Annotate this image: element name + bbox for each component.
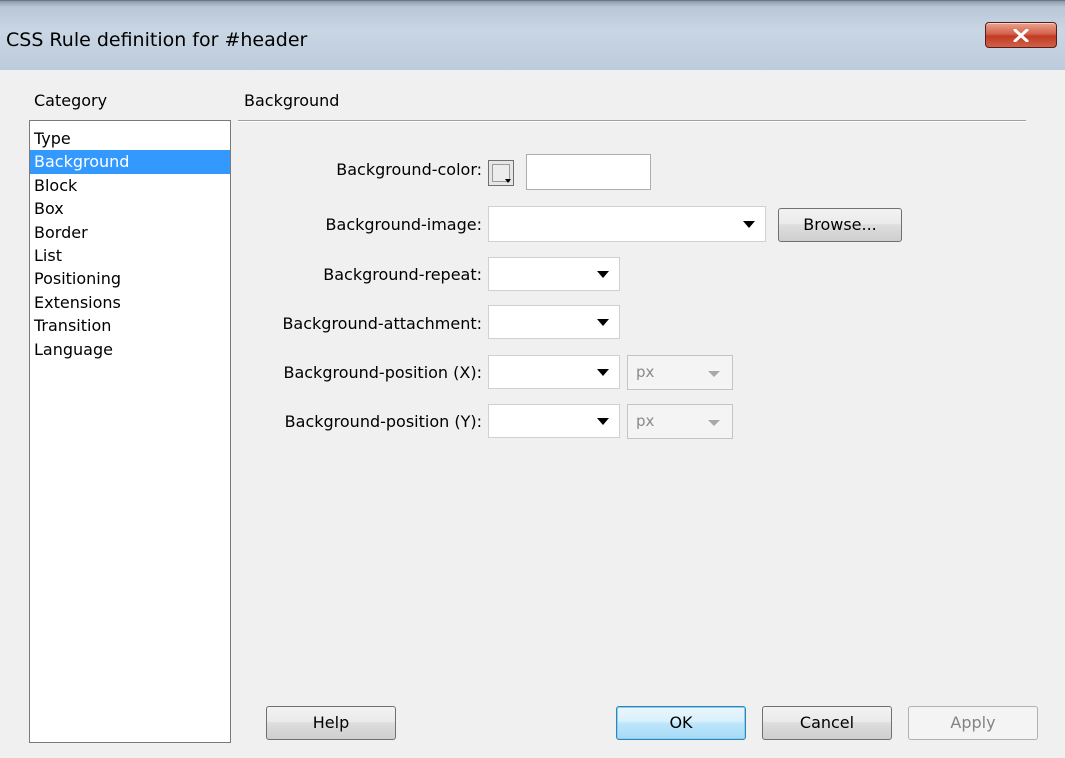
bg-image-label: Background-image: (325, 215, 482, 234)
category-label: Category (34, 91, 108, 110)
bg-image-combo[interactable] (488, 206, 766, 242)
bg-repeat-select[interactable] (488, 257, 620, 291)
window-title: CSS Rule definition for #header (6, 29, 308, 51)
bg-attachment-select[interactable] (488, 305, 620, 339)
bg-color-label: Background-color: (336, 160, 482, 179)
close-button[interactable] (985, 22, 1057, 48)
section-divider (238, 120, 1026, 122)
cancel-button[interactable]: Cancel (762, 706, 892, 740)
title-bar[interactable]: CSS Rule definition for #header (0, 0, 1065, 70)
bg-position-x-label: Background-position (X): (283, 363, 482, 382)
category-item-block[interactable]: Block (30, 174, 230, 197)
category-item-border[interactable]: Border (30, 221, 230, 244)
apply-button[interactable]: Apply (908, 706, 1038, 740)
chevron-down-icon (597, 271, 609, 278)
bg-repeat-label: Background-repeat: (323, 265, 482, 284)
swatch-dropdown-icon (505, 179, 511, 183)
bg-position-x-select[interactable] (488, 355, 620, 389)
chevron-down-icon (708, 419, 720, 426)
category-list[interactable]: Type Background Block Box Border List Po… (29, 120, 231, 743)
category-item-type[interactable]: Type (30, 127, 230, 150)
chevron-down-icon (743, 221, 755, 228)
category-item-positioning[interactable]: Positioning (30, 267, 230, 290)
category-item-box[interactable]: Box (30, 197, 230, 220)
bg-attachment-label: Background-attachment: (282, 314, 482, 333)
category-item-language[interactable]: Language (30, 338, 230, 361)
color-picker-button[interactable] (488, 160, 514, 186)
bg-position-y-unit: px (636, 412, 655, 430)
bg-position-y-select[interactable] (488, 404, 620, 438)
category-item-extensions[interactable]: Extensions (30, 291, 230, 314)
chevron-down-icon (597, 418, 609, 425)
category-item-transition[interactable]: Transition (30, 314, 230, 337)
bg-position-x-unit: px (636, 363, 655, 381)
category-item-background[interactable]: Background (30, 150, 230, 174)
chevron-down-icon (708, 370, 720, 377)
browse-button[interactable]: Browse... (778, 208, 902, 242)
category-item-list[interactable]: List (30, 244, 230, 267)
section-title: Background (244, 91, 340, 110)
css-rule-dialog: CSS Rule definition for #header Category… (0, 0, 1065, 758)
ok-button[interactable]: OK (616, 706, 746, 740)
chevron-down-icon (597, 319, 609, 326)
bg-color-input[interactable] (526, 154, 651, 190)
bg-position-y-unit-select[interactable]: px (627, 404, 733, 439)
chevron-down-icon (597, 369, 609, 376)
bg-position-x-unit-select[interactable]: px (627, 355, 733, 390)
close-icon (1013, 29, 1029, 42)
help-button[interactable]: Help (266, 706, 396, 740)
bg-position-y-label: Background-position (Y): (284, 412, 482, 431)
